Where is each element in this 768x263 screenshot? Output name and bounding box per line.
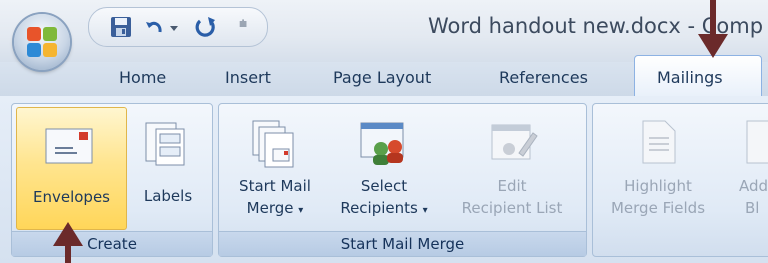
- labels-label: Labels: [143, 187, 193, 205]
- group-start-mail-merge-label: Start Mail Merge: [219, 231, 586, 256]
- dropdown-caret-icon: ▾: [298, 205, 304, 216]
- edit-list-icon: [491, 124, 538, 160]
- highlight-merge-fields-button[interactable]: Highlight Merge Fields: [599, 107, 717, 228]
- labels-icon: [145, 122, 185, 166]
- highlight-merge-fields-label-2: Merge Fields: [610, 199, 706, 217]
- labels-button[interactable]: Labels: [130, 107, 206, 228]
- tab-mailings[interactable]: Mailings: [634, 55, 762, 98]
- highlight-fields-icon: [642, 120, 676, 164]
- quick-access-toolbar: ⩧: [88, 7, 268, 47]
- dropdown-caret-icon: ▾: [422, 205, 428, 216]
- undo-icon[interactable]: [143, 14, 167, 40]
- tab-references[interactable]: References: [499, 68, 588, 87]
- group-start-mail-merge: Start Mail Merge ▾ Select Recipients ▾ E…: [218, 103, 587, 257]
- recipients-icon: [360, 122, 404, 165]
- address-block-icon: [746, 120, 768, 164]
- address-block-label-1: Add: [739, 177, 768, 195]
- tab-page-layout[interactable]: Page Layout: [333, 68, 431, 87]
- office-logo-icon: [27, 27, 57, 57]
- envelope-icon: [45, 128, 93, 164]
- group-write-insert-fields: Highlight Merge Fields Add Bl: [592, 103, 768, 257]
- tab-insert[interactable]: Insert: [225, 68, 271, 87]
- customize-qat-icon[interactable]: ⩧: [239, 16, 247, 42]
- tab-home[interactable]: Home: [119, 68, 166, 87]
- start-mail-merge-label-2: Merge ▾: [246, 199, 304, 217]
- tab-mailings-label: Mailings: [657, 68, 723, 87]
- group-create-label: Create: [12, 231, 212, 256]
- edit-recipient-list-label-1: Edit: [497, 177, 527, 195]
- edit-recipient-list-label-2: Recipient List: [461, 199, 563, 217]
- select-recipients-button[interactable]: Select Recipients ▾: [327, 107, 441, 228]
- title-bar: ⩧ Word handout new.docx - Comp: [0, 0, 768, 62]
- select-recipients-label-1: Select: [360, 177, 408, 195]
- envelopes-label: Envelopes: [33, 188, 110, 206]
- select-recipients-label-2: Recipients ▾: [340, 199, 428, 217]
- start-mail-merge-label-1: Start Mail: [239, 177, 311, 195]
- office-button[interactable]: [14, 14, 70, 70]
- documents-icon: [252, 120, 294, 168]
- start-mail-merge-button[interactable]: Start Mail Merge ▾: [225, 107, 325, 228]
- redo-icon[interactable]: [193, 14, 219, 40]
- undo-dropdown-icon[interactable]: [169, 14, 179, 40]
- address-block-button[interactable]: Add Bl: [721, 107, 768, 228]
- save-icon[interactable]: [109, 14, 133, 40]
- edit-recipient-list-button[interactable]: Edit Recipient List: [445, 107, 579, 228]
- arrow-up-icon: [53, 222, 83, 246]
- group-create: Envelopes Labels Create: [11, 103, 213, 257]
- ribbon: Envelopes Labels Create Start Mail Merge…: [0, 96, 768, 263]
- highlight-merge-fields-label-1: Highlight: [624, 177, 692, 195]
- arrow-down-icon: [698, 34, 728, 58]
- word-2007-window: ⩧ Word handout new.docx - Comp Home Inse…: [0, 0, 768, 263]
- address-block-label-2: Bl: [745, 199, 760, 217]
- envelopes-button[interactable]: Envelopes: [16, 107, 127, 230]
